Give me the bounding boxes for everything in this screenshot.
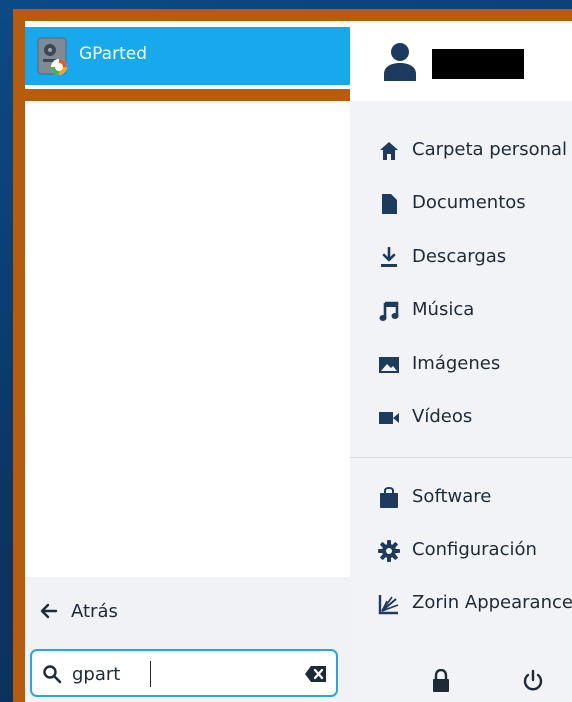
back-button[interactable]: Atrás: [39, 591, 189, 631]
system-label: Software: [412, 486, 492, 507]
lock-icon[interactable]: [430, 669, 452, 693]
text-caret: [150, 661, 151, 687]
place-label: Música: [412, 299, 475, 320]
user-account[interactable]: [350, 21, 572, 101]
gear-icon: [378, 540, 400, 562]
software-bag-icon: [380, 487, 398, 508]
system-label: Configuración: [412, 539, 537, 560]
music-icon: [379, 301, 399, 321]
place-label: Documentos: [412, 192, 526, 213]
backspace-icon[interactable]: [304, 664, 328, 684]
place-label: Descargas: [412, 246, 507, 267]
place-documentos[interactable]: Documentos: [350, 183, 572, 223]
system-configuracion[interactable]: Configuración: [350, 530, 572, 570]
left-pane: GParted Atrás: [13, 9, 365, 702]
system-label: Zorin Appearance: [412, 592, 572, 613]
place-label: Imágenes: [412, 353, 501, 374]
system-zorin-appearance[interactable]: Zorin Appearance: [350, 583, 572, 623]
search-input[interactable]: [72, 660, 292, 688]
search-field[interactable]: [30, 649, 338, 697]
user-icon: [384, 43, 416, 81]
home-icon: [380, 142, 398, 160]
session-actions: [350, 661, 572, 701]
video-icon: [379, 412, 399, 424]
image-icon: [379, 357, 399, 373]
place-videos[interactable]: Vídeos: [350, 397, 572, 437]
search-result-gparted[interactable]: GParted: [25, 27, 350, 85]
right-pane: Carpeta personal Documentos Descargas Mú…: [350, 21, 572, 702]
place-carpeta-personal[interactable]: Carpeta personal: [350, 130, 572, 170]
gparted-icon: [37, 37, 67, 75]
document-icon: [382, 194, 397, 214]
place-label: Vídeos: [412, 406, 473, 427]
place-imagenes[interactable]: Imágenes: [350, 344, 572, 384]
download-icon: [381, 247, 397, 267]
arrow-left-icon: [40, 603, 58, 619]
place-label: Carpeta personal: [412, 139, 568, 160]
user-name-redacted: [432, 49, 524, 79]
system-software[interactable]: Software: [350, 477, 572, 517]
search-result-label: GParted: [79, 44, 147, 64]
power-icon[interactable]: [522, 669, 544, 693]
search-icon: [43, 665, 62, 684]
app-menu: GParted Atrás gpart Carpeta personal Doc…: [13, 9, 572, 702]
zorin-appearance-icon: [378, 595, 399, 615]
menu-separator: [350, 457, 572, 458]
place-musica[interactable]: Música: [350, 290, 572, 330]
back-button-label: Atrás: [71, 600, 118, 622]
search-results: GParted: [25, 21, 350, 577]
place-descargas[interactable]: Descargas: [350, 237, 572, 277]
